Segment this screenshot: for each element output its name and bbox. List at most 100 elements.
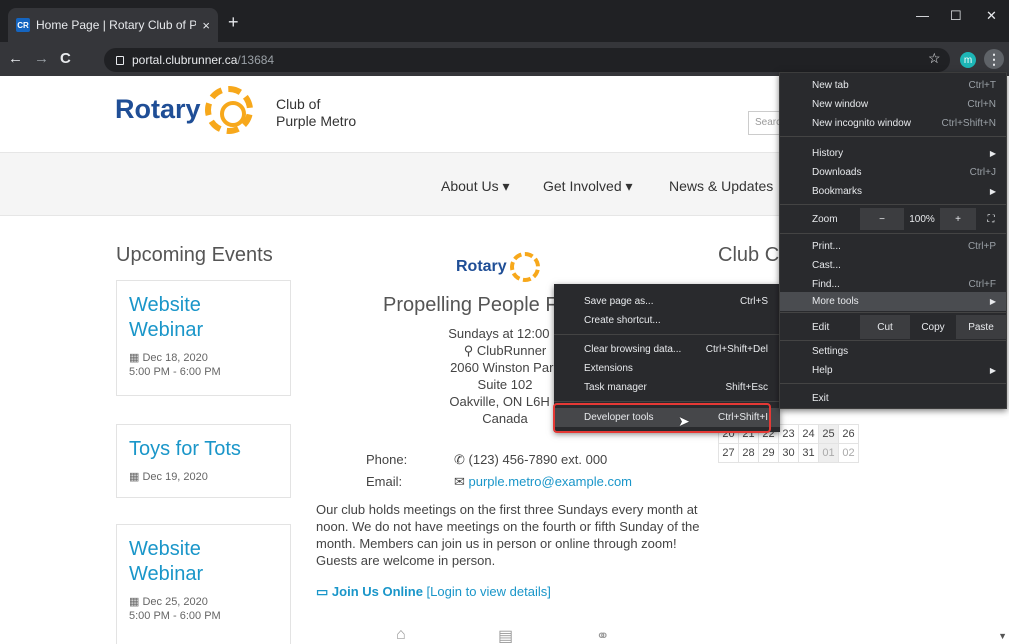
menu-save-page-as[interactable]: Save page as... Ctrl+S [554,292,780,311]
meeting-description: Our club holds meetings on the first thr… [316,502,700,568]
menu-bookmarks[interactable]: Bookmarks ▶ [780,182,1006,201]
club-name-line1: Club of [276,96,321,112]
submenu-arrow-icon: ▶ [989,297,996,306]
clubrunner-favicon-icon: CR [16,18,30,32]
menu-separator [780,204,1006,205]
menu-cast[interactable]: Cast... [780,256,1006,275]
tab-strip: CR Home Page | Rotary Club of Purp × + —… [0,0,1009,42]
zoom-out-button[interactable]: − [860,208,904,230]
menu-separator [554,401,780,402]
calendar-day[interactable]: 28 [738,443,759,463]
reload-icon[interactable]: C [60,50,71,67]
nav-get-involved[interactable]: Get Involved ▾ [543,178,633,195]
menu-separator [780,136,1006,137]
calendar-day[interactable]: 27 [718,443,739,463]
minimize-icon[interactable]: — [916,8,929,23]
edit-label: Edit [812,321,830,333]
event-card[interactable]: Website Webinar ▦ Dec 18, 2020 5:00 PM -… [116,280,291,396]
zoom-level: 100% [909,213,935,225]
menu-extensions[interactable]: Extensions [554,359,780,378]
document-icon[interactable]: ▤ [498,626,513,644]
email-value[interactable]: ✉ purple.metro@example.com [454,474,632,490]
nav-about-us[interactable]: About Us ▾ [441,178,510,195]
calendar-day[interactable]: 24 [798,424,819,444]
paste-button[interactable]: Paste [956,315,1006,339]
rotary-logo-text[interactable]: Rotary [115,94,201,125]
phone-label: Phone: [366,452,408,467]
menu-downloads[interactable]: Downloads Ctrl+J [780,163,1006,182]
calendar-day[interactable]: 02 [838,443,859,463]
menu-clear-browsing-data[interactable]: Clear browsing data... Ctrl+Shift+Del [554,340,780,359]
copy-button[interactable]: Copy [910,315,956,339]
club-heading: Propelling People F [383,294,558,316]
forward-icon[interactable]: → [34,50,49,67]
menu-exit[interactable]: Exit [780,389,1006,408]
menu-history[interactable]: History ▶ [780,144,1006,163]
scroll-down-arrow-icon[interactable]: ▼ [998,631,1007,641]
phone-value: ✆ (123) 456-7890 ext. 000 [454,452,608,467]
calendar-icon: ▦ [129,471,143,483]
nav-news-updates[interactable]: News & Updates [669,178,773,194]
chrome-main-menu: New tab Ctrl+T New window Ctrl+N New incog… [779,72,1007,409]
lock-icon [116,55,124,65]
bookmark-star-icon[interactable]: ☆ [928,50,941,67]
maximize-icon[interactable]: ☐ [950,8,962,24]
event-title[interactable]: Website Webinar [129,537,278,587]
menu-new-tab[interactable]: New tab Ctrl+T [780,76,1006,95]
calendar-day[interactable]: 01 [818,443,839,463]
zoom-label: Zoom [812,213,838,225]
event-card[interactable]: Website Webinar ▦ Dec 25, 2020 5:00 PM -… [116,524,291,644]
zoom-in-button[interactable]: + [940,208,976,230]
browser-window: CR Home Page | Rotary Club of Purp × + —… [0,0,1009,644]
url-path: /13684 [237,53,275,67]
calendar-day[interactable]: 23 [778,424,799,444]
profile-avatar[interactable]: m [960,52,976,68]
menu-separator [780,312,1006,313]
menu-more-tools[interactable]: More tools ▶ [780,292,1006,311]
event-time: 5:00 PM - 6:00 PM [129,366,221,378]
site-nav: About Us ▾ Get Involved ▾ News & Updates [0,152,780,216]
chrome-menu-icon[interactable]: ⋮ [984,49,1004,69]
address-bar[interactable]: portal.clubrunner.ca/13684 [104,48,950,72]
new-tab-button[interactable]: + [228,12,239,33]
calendar-icon: ▦ [129,596,143,608]
home-icon[interactable]: ⌂ [396,626,406,644]
club-name: Club of Purple Metro [276,96,356,130]
menu-task-manager[interactable]: Task manager Shift+Esc [554,378,780,397]
calendar-day[interactable]: 31 [798,443,819,463]
club-name-line2: Purple Metro [276,113,357,129]
menu-separator [780,340,1006,341]
calendar-day[interactable]: 29 [758,443,779,463]
menu-create-shortcut[interactable]: Create shortcut... [554,311,780,330]
menu-print[interactable]: Print... Ctrl+P [780,237,1006,256]
event-title[interactable]: Toys for Tots [129,437,278,462]
envelope-icon: ✉ [454,474,469,489]
join-online-link[interactable]: ▭ Join Us Online [Login to view details] [316,584,551,600]
tab-title: Home Page | Rotary Club of Purp [36,18,197,32]
menu-help[interactable]: Help ▶ [780,361,1006,380]
tab-home[interactable]: CR Home Page | Rotary Club of Purp × [8,8,218,42]
event-date: ▦ Dec 25, 2020 5:00 PM - 6:00 PM [129,595,278,623]
cut-button[interactable]: Cut [860,315,910,339]
menu-settings[interactable]: Settings [780,342,1006,361]
menu-separator [554,334,780,335]
map-marker-icon: ⚲ [463,343,477,358]
menu-zoom-row: Zoom − 100% + ⛶ [780,208,1006,230]
fullscreen-icon[interactable]: ⛶ [976,208,1006,230]
link-icon[interactable]: ⚭ [596,626,609,644]
laptop-icon: ▭ [316,584,332,599]
calendar-week: 27 28 29 30 31 01 02 [718,443,859,463]
calendar-icon: ▦ [129,352,143,364]
menu-new-window[interactable]: New window Ctrl+N [780,95,1006,114]
calendar-day[interactable]: 25 [818,424,839,444]
email-label: Email: [366,474,403,489]
submenu-arrow-icon: ▶ [989,149,996,158]
close-tab-icon[interactable]: × [202,18,210,33]
event-card[interactable]: Toys for Tots ▦ Dec 19, 2020 [116,424,291,498]
menu-new-incognito[interactable]: New incognito window Ctrl+Shift+N [780,114,1006,133]
calendar-day[interactable]: 30 [778,443,799,463]
event-title[interactable]: Website Webinar [129,293,278,343]
close-window-icon[interactable]: ✕ [986,8,997,24]
calendar-day[interactable]: 26 [838,424,859,444]
back-icon[interactable]: ← [8,50,23,67]
